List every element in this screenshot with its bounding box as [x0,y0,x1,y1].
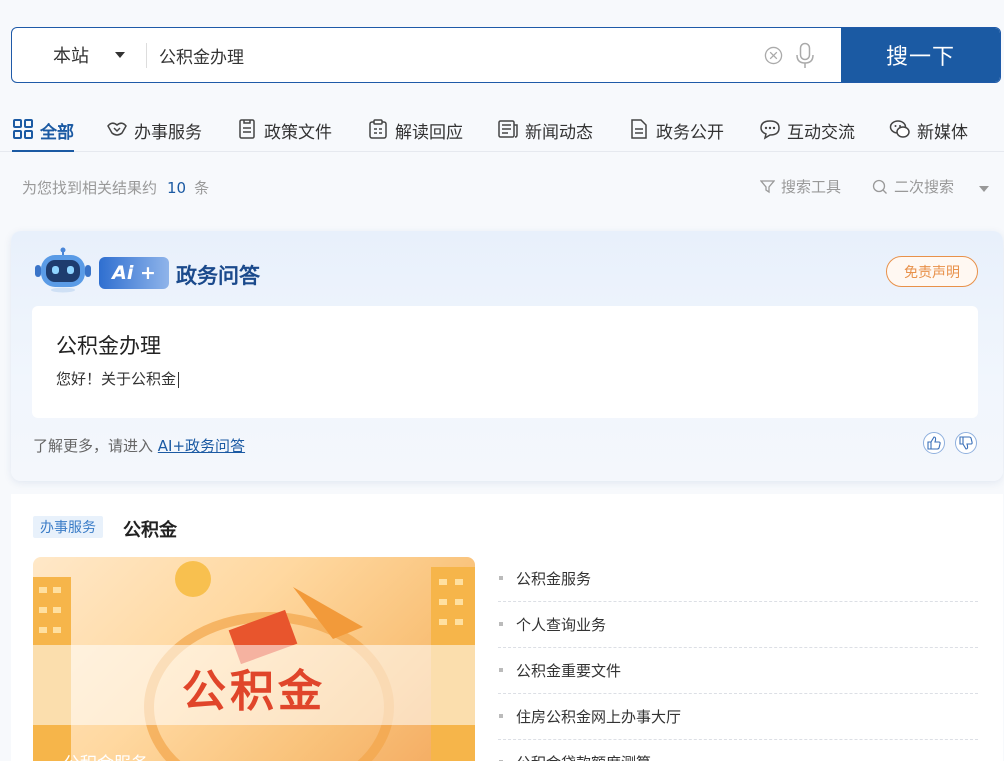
filter-icon [760,180,775,194]
tab-label: 政务公开 [656,123,724,143]
divider [146,43,147,68]
tab-services[interactable]: 办事服务 [106,108,202,152]
ai-qa-link[interactable]: AI+政务问答 [158,437,245,455]
answer-question: 公积金办理 [56,334,161,358]
service-link[interactable]: 住房公积金网上办事大厅 [498,694,978,740]
service-link[interactable]: 个人查询业务 [498,602,978,648]
thumbs-down-button[interactable] [955,432,977,454]
search-button[interactable]: 搜一下 [841,28,1000,82]
tab-news[interactable]: 新闻动态 [497,108,593,152]
service-link[interactable]: 公积金重要文件 [498,648,978,694]
thumbs-down-icon [959,436,973,450]
service-link-list: 公积金服务 个人查询业务 公积金重要文件 住房公积金网上办事大厅 公积金贷款额度… [498,556,978,761]
search-tools-label: 搜索工具 [781,178,842,196]
tab-interaction[interactable]: 互动交流 [759,108,855,152]
search-input[interactable] [159,38,749,72]
thumbs-up-icon [927,436,941,450]
newspaper-icon [498,120,518,138]
clear-icon[interactable] [764,46,783,65]
banner-title: 公积金 [182,666,326,717]
chat-icon [760,120,780,140]
category-tabs: 全部 办事服务 政策文件 解读回应 新闻动态 政务公开 互动交流 新媒体 [0,108,1004,152]
answer-content: 您好！关于公积金 [56,370,177,388]
disclaimer-button[interactable]: 免责声明 [886,256,978,287]
ai-plus-badge: Ai + [99,257,169,289]
ai-qa-title: 政务问答 [176,264,260,288]
tab-label: 办事服务 [134,123,202,143]
service-title[interactable]: 公积金 [123,516,177,542]
ai-qa-card: Ai + 政务问答 免责声明 公积金办理 您好！关于公积金 了解更多，请进入 A… [11,231,1003,481]
secondary-search-button[interactable]: 二次搜索 [872,176,954,197]
banner-caption: 公积金服务 [63,749,148,761]
thumbs-up-button[interactable] [923,432,945,454]
secondary-search-label: 二次搜索 [894,178,955,196]
service-link[interactable]: 公积金贷款额度测算 [498,740,978,761]
caret-down-icon[interactable] [979,186,989,192]
file-icon [631,119,647,139]
microphone-icon[interactable] [795,42,815,70]
clipboard-icon [369,119,387,139]
handshake-icon [107,122,127,136]
result-count: 为您找到相关结果约 10 条 [22,177,209,198]
tab-label: 新闻动态 [525,123,593,143]
answer-text: 您好！关于公积金 [56,368,180,389]
robot-icon [35,247,91,293]
tab-label: 政策文件 [264,123,332,143]
caret-down-icon [115,52,125,58]
search-tools-button[interactable]: 搜索工具 [760,176,841,197]
tab-label: 解读回应 [395,123,463,143]
service-section: 办事服务 公积金 公积金 公积金服务 公积金服务 个人查询业务 公积金重要文件 … [11,494,1003,761]
learn-more: 了解更多，请进入 AI+政务问答 [33,435,245,456]
result-prefix: 为您找到相关结果约 [22,179,158,197]
tab-all[interactable]: 全部 [12,108,74,152]
search-scope-select[interactable]: 本站 [12,28,146,82]
tab-label: 新媒体 [917,123,968,143]
tab-more-partial[interactable] [998,108,1004,152]
grid-icon [13,119,33,139]
tab-label: 互动交流 [787,123,855,143]
result-number: 10 [167,179,187,197]
search-scope-label: 本站 [53,46,89,67]
tab-label: 全部 [40,123,74,143]
learn-more-prefix: 了解更多，请进入 [33,437,154,455]
answer-box: 公积金办理 您好！关于公积金 [32,306,978,418]
result-suffix: 条 [194,179,210,197]
tab-policy[interactable]: 政策文件 [236,108,332,152]
tab-government-affairs[interactable]: 政务公开 [628,108,724,152]
service-tag: 办事服务 [33,516,103,538]
search-bar: 本站 搜一下 [11,27,1001,83]
service-link[interactable]: 公积金服务 [498,556,978,602]
tab-new-media[interactable]: 新媒体 [889,108,968,152]
document-icon [239,119,255,139]
tab-interpretation[interactable]: 解读回应 [367,108,463,152]
service-banner-image[interactable]: 公积金 公积金服务 [33,557,475,761]
search-icon [872,179,887,194]
wechat-icon [889,120,910,138]
typing-cursor [178,371,180,388]
